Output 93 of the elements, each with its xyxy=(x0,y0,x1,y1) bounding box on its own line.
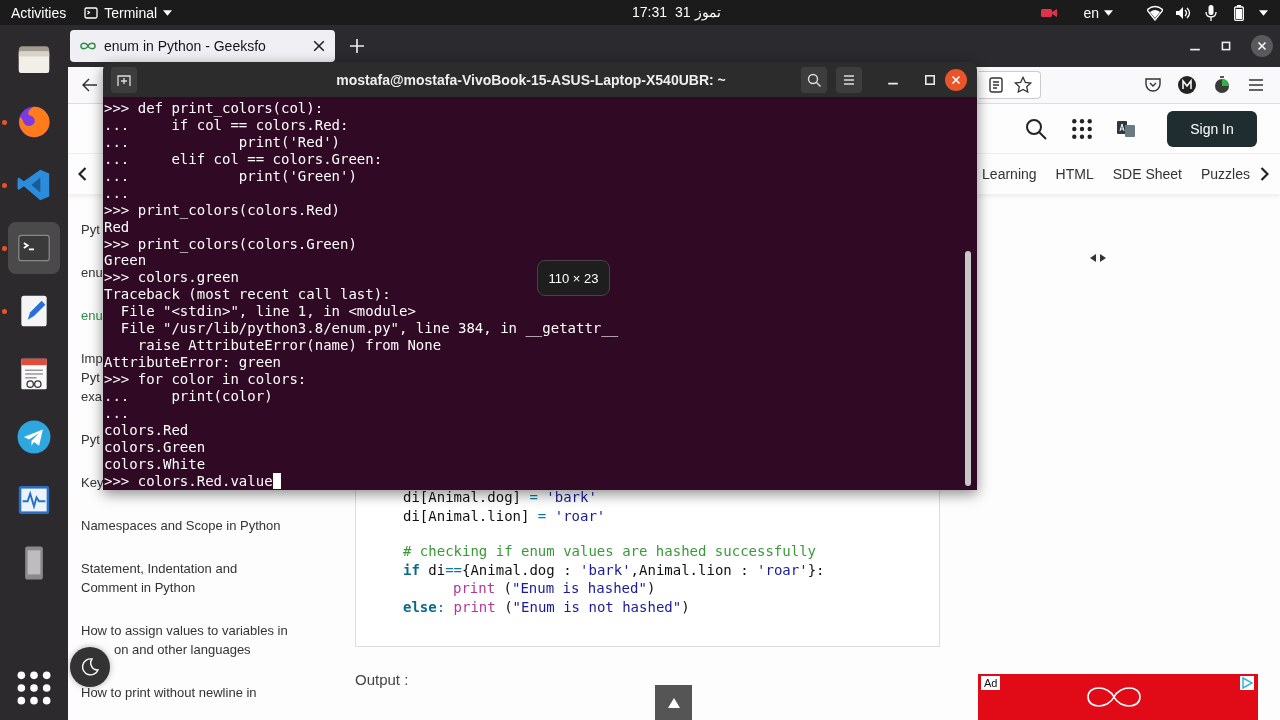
scrollbar-thumb[interactable] xyxy=(965,251,971,486)
terminal-line: >>> print_colors(colors.Green) xyxy=(104,235,357,253)
menu-icon xyxy=(842,72,856,87)
terminal-line: ... xyxy=(104,184,130,202)
terminal-line: Red xyxy=(104,218,130,236)
sidebar-link[interactable]: How to assign values to variables in on and other languages xyxy=(81,621,288,659)
language-menu[interactable]: en xyxy=(1083,4,1113,21)
nav-link[interactable]: Puzzles xyxy=(1200,166,1250,182)
terminal-line: Green xyxy=(104,252,147,270)
terminal-line: ... print(color) xyxy=(104,387,273,405)
resize-cursor-icon xyxy=(1090,254,1106,262)
new-tab-icon xyxy=(117,72,131,87)
terminal-icon xyxy=(84,5,99,20)
terminal-line: ... xyxy=(104,404,130,422)
terminal-line: >>> for color in colors: xyxy=(104,371,307,388)
caret-icon xyxy=(163,9,173,16)
terminal-line: File "<stdin>", line 1, in <module> xyxy=(119,303,416,321)
menu-button[interactable] xyxy=(836,66,862,93)
activities-button[interactable]: Activities xyxy=(11,4,67,21)
search-button[interactable] xyxy=(801,66,827,93)
nav-link[interactable]: Learning xyxy=(982,166,1037,182)
triangle-up-icon xyxy=(667,697,680,709)
timer-extension-icon[interactable] xyxy=(1213,76,1231,94)
search-icon xyxy=(807,72,821,87)
section-label: Output : xyxy=(355,671,410,688)
sidebar-link[interactable]: enu xyxy=(81,263,103,282)
terminal-line: raise AttributeError(name) from None xyxy=(136,337,442,355)
scroll-top-button[interactable] xyxy=(655,685,692,720)
address-bar[interactable] xyxy=(979,71,1041,99)
search-icon[interactable] xyxy=(1025,117,1047,140)
back-arrow-icon[interactable] xyxy=(82,77,98,93)
terminal-line: ... if col == colors.Red: xyxy=(104,116,349,134)
caret-icon[interactable] xyxy=(1259,9,1268,16)
terminal-line: >>> colors.Red.value xyxy=(104,472,273,490)
close-icon[interactable] xyxy=(945,68,967,91)
terminal-line: colors.White xyxy=(104,455,206,473)
apps-grid-icon[interactable] xyxy=(1071,117,1093,140)
terminal-line: >>> def print_colors(col): xyxy=(104,100,324,117)
nav-link[interactable]: HTML xyxy=(1055,166,1094,182)
close-icon[interactable] xyxy=(313,40,325,52)
code-line: di[Animal.dog] = 'bark' xyxy=(403,488,598,507)
size-tooltip: 110 × 23 xyxy=(537,260,610,296)
sidebar-link[interactable]: How to print without newline in xyxy=(81,683,257,702)
sidebar-link[interactable]: Pyt xyxy=(81,430,100,449)
moon-icon xyxy=(81,658,99,676)
new-tab-button[interactable] xyxy=(111,66,137,93)
sidebar-link[interactable]: enu xyxy=(81,306,103,325)
terminal-line: ... print('Red') xyxy=(104,133,340,151)
account-avatar-icon[interactable] xyxy=(1178,76,1196,94)
apps-grid-icon xyxy=(15,669,53,707)
dark-mode-button[interactable] xyxy=(70,647,110,687)
sidebar-link[interactable]: Pyt xyxy=(81,220,100,239)
terminal-line: colors.Red xyxy=(104,421,189,439)
code-line: di[Animal.lion] = 'roar' xyxy=(403,506,607,525)
ad-label: Ad xyxy=(981,676,1001,690)
code-line: if di=={Animal.dog : 'bark',Animal.lion : 'roar'}: xyxy=(403,560,826,579)
star-icon[interactable] xyxy=(1014,76,1032,94)
terminal-line: AttributeError: green xyxy=(104,354,281,371)
reader-view-icon[interactable] xyxy=(988,77,1004,93)
terminal-line: ... print('Green') xyxy=(104,167,357,185)
sign-in-button[interactable]: Sign In xyxy=(1167,110,1257,147)
browser-tab[interactable]: enum in Python - Geeksfo xyxy=(70,30,335,62)
translate-icon[interactable] xyxy=(1117,119,1135,138)
maximize-icon[interactable] xyxy=(924,73,936,86)
sidebar-link[interactable]: Statement, Indentation and Comment in Python xyxy=(81,559,238,597)
chevron-right-icon[interactable] xyxy=(1260,167,1269,181)
terminal-line: Traceback (most recent call last): xyxy=(104,286,391,304)
sidebar-link[interactable]: Namespaces and Scope in Python xyxy=(81,516,281,535)
maximize-icon[interactable] xyxy=(1220,40,1232,52)
ad-banner[interactable]: Ad xyxy=(978,674,1258,720)
caret-icon xyxy=(1104,9,1113,16)
app-menu[interactable]: Terminal xyxy=(84,4,173,21)
terminal-line: ... elif col == colors.Green: xyxy=(104,150,383,168)
close-icon[interactable] xyxy=(1251,35,1273,57)
microphone-icon[interactable] xyxy=(1203,4,1219,21)
sidebar-link[interactable]: Imp Pyt exa xyxy=(81,349,103,406)
pocket-icon[interactable] xyxy=(1145,77,1161,93)
wifi-icon[interactable] xyxy=(1147,4,1163,21)
terminal-line: >>> print_colors(colors.Red) xyxy=(104,201,340,219)
chevron-left-icon[interactable] xyxy=(78,167,87,181)
nav-link[interactable]: SDE Sheet xyxy=(1112,166,1182,182)
window-title: mostafa@mostafa-VivoBook-15-ASUS-Laptop-X540UBR: ~ xyxy=(335,71,727,88)
terminal-line: File "/usr/lib/python3.8/enum.py", line 384, in __getattr__ xyxy=(119,320,619,338)
sidebar-link[interactable]: Key xyxy=(81,473,104,492)
terminal-line: >>> colors.green xyxy=(104,269,239,287)
code-line: # checking if enum values are hashed successfully xyxy=(403,542,817,561)
menu-icon[interactable] xyxy=(1248,77,1264,93)
code-line: print ("Enum is hashed") xyxy=(452,579,657,598)
new-tab-icon[interactable] xyxy=(350,39,364,53)
paper-plane-icon xyxy=(15,418,53,456)
battery-icon[interactable] xyxy=(1231,4,1247,21)
terminal-line: colors.Green xyxy=(104,438,206,456)
code-line: else: print ("Enum is not hashed") xyxy=(403,597,691,616)
